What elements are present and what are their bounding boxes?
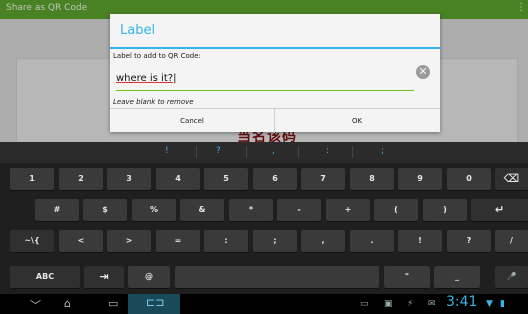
key-close-paren[interactable]: ) bbox=[423, 199, 467, 221]
status-icon: ▭ bbox=[360, 299, 369, 309]
suggestion-item[interactable]: ! bbox=[165, 146, 169, 156]
key-0[interactable]: 0 bbox=[447, 168, 491, 190]
dialog-title: Label bbox=[120, 23, 156, 38]
space-key[interactable] bbox=[175, 266, 379, 288]
dialog-title-divider bbox=[110, 47, 440, 49]
system-nav-bar: ﹀ ⌂ ▭ ⊏⊐ ▭ ▣ ⚡ ✉ 3:41 ▼ ▮ bbox=[0, 294, 528, 314]
wifi-icon: ▼ bbox=[486, 299, 493, 309]
key-7[interactable]: 7 bbox=[301, 168, 345, 190]
key-dollar[interactable]: $ bbox=[83, 199, 127, 221]
mic-icon[interactable]: 🎤 bbox=[495, 266, 528, 288]
key-underscore[interactable]: _ bbox=[434, 266, 480, 288]
keyboard-switch-highlight[interactable]: ⊏⊐ bbox=[128, 294, 180, 314]
label-input[interactable]: where is it?| bbox=[116, 70, 414, 91]
key-quote[interactable]: " bbox=[384, 266, 430, 288]
battery-icon: ▮ bbox=[500, 299, 505, 309]
dialog-button-bar: Cancel OK bbox=[110, 108, 440, 133]
key-8[interactable]: 8 bbox=[350, 168, 394, 190]
key-1[interactable]: 1 bbox=[10, 168, 54, 190]
clock: 3:41 bbox=[446, 294, 478, 310]
key-open-paren[interactable]: ( bbox=[374, 199, 418, 221]
back-icon[interactable]: ﹀ bbox=[30, 297, 41, 313]
key-3[interactable]: 3 bbox=[107, 168, 151, 190]
backspace-key[interactable]: ⌫ bbox=[495, 168, 528, 190]
dialog-hint: Leave blank to remove bbox=[113, 98, 194, 106]
key-percent[interactable]: % bbox=[132, 199, 176, 221]
suggestion-item[interactable]: ? bbox=[216, 146, 221, 156]
key-ampersand[interactable]: & bbox=[180, 199, 224, 221]
key-9[interactable]: 9 bbox=[398, 168, 442, 190]
gallery-icon: ▣ bbox=[384, 299, 393, 309]
key-greater-than[interactable]: > bbox=[107, 230, 151, 252]
key-question[interactable]: ? bbox=[447, 230, 491, 252]
key-comma[interactable]: , bbox=[301, 230, 345, 252]
cancel-button[interactable]: Cancel bbox=[110, 109, 275, 133]
key-equals[interactable]: = bbox=[156, 230, 200, 252]
key-plus[interactable]: + bbox=[326, 199, 370, 221]
key-6[interactable]: 6 bbox=[253, 168, 297, 190]
key-4[interactable]: 4 bbox=[156, 168, 200, 190]
soft-keyboard: ! ? , : ; 1 2 3 4 5 6 7 8 9 0 ⌫ # $ % & … bbox=[0, 142, 528, 294]
clear-input-icon[interactable]: ✕ bbox=[416, 65, 430, 79]
key-2[interactable]: 2 bbox=[59, 168, 103, 190]
key-minus[interactable]: - bbox=[277, 199, 321, 221]
suggestion-item[interactable]: ; bbox=[381, 146, 384, 156]
tab-key[interactable]: ⇥ bbox=[84, 266, 124, 288]
ok-button[interactable]: OK bbox=[275, 109, 439, 133]
enter-key[interactable]: ↵ bbox=[471, 199, 528, 221]
key-semicolon[interactable]: ; bbox=[253, 230, 297, 252]
key-hash[interactable]: # bbox=[35, 199, 79, 221]
key-at[interactable]: @ bbox=[128, 266, 170, 288]
keyboard-switch-icon: ⊏⊐ bbox=[146, 296, 165, 309]
key-period[interactable]: . bbox=[350, 230, 394, 252]
label-input-value: where is it?| bbox=[116, 73, 177, 84]
key-slash[interactable]: / bbox=[495, 230, 528, 252]
key-5[interactable]: 5 bbox=[204, 168, 248, 190]
key-less-than[interactable]: < bbox=[59, 230, 103, 252]
home-icon[interactable]: ⌂ bbox=[64, 297, 71, 310]
key-asterisk[interactable]: * bbox=[229, 199, 273, 221]
key-colon[interactable]: : bbox=[204, 230, 248, 252]
abc-mode-key[interactable]: ABC bbox=[10, 266, 80, 288]
suggestion-item[interactable]: , bbox=[272, 146, 275, 156]
key-exclamation[interactable]: ! bbox=[398, 230, 442, 252]
mail-icon: ✉ bbox=[428, 299, 436, 309]
suggestion-item[interactable]: : bbox=[326, 146, 329, 156]
key-more-symbols[interactable]: ~\{ bbox=[10, 230, 54, 252]
usb-icon: ⚡ bbox=[407, 299, 414, 309]
recents-icon[interactable]: ▭ bbox=[108, 297, 118, 310]
label-dialog: Label Label to add to QR Code: where is … bbox=[110, 14, 440, 133]
suggestion-strip: ! ? , : ; bbox=[0, 142, 528, 163]
dialog-prompt: Label to add to QR Code: bbox=[113, 52, 201, 60]
